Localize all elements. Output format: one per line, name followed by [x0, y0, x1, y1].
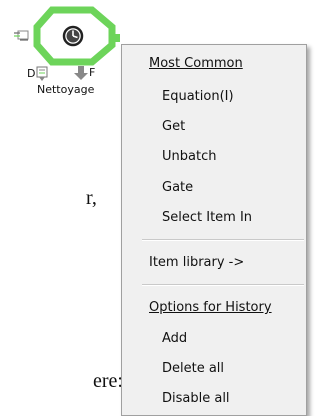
- port-f-icon[interactable]: [74, 66, 88, 80]
- menu-item-disable-all[interactable]: Disable all: [162, 391, 230, 406]
- menu-item-gate[interactable]: Gate: [162, 180, 193, 195]
- menu-item-get[interactable]: Get: [162, 119, 185, 134]
- menu-item-item-library[interactable]: Item library ->: [149, 255, 244, 270]
- input-connector-icon[interactable]: [14, 30, 29, 41]
- menu-section-options-for-history: Options for History: [149, 300, 272, 315]
- port-d-icon[interactable]: [36, 66, 48, 81]
- clock-icon: [62, 25, 84, 47]
- port-d-label: D: [27, 67, 36, 80]
- document-text-fragment: r,: [86, 187, 97, 209]
- menu-item-equation[interactable]: Equation(I): [162, 89, 234, 104]
- model-block[interactable]: D F Nettoyage: [0, 0, 130, 115]
- menu-item-delete-all[interactable]: Delete all: [162, 361, 224, 376]
- block-label: Nettoyage: [37, 83, 95, 96]
- document-text-fragment: ere:: [93, 370, 123, 392]
- menu-item-select-item-in[interactable]: Select Item In: [162, 210, 252, 225]
- menu-separator: [142, 239, 304, 241]
- port-f-label: F: [89, 66, 96, 79]
- menu-item-unbatch[interactable]: Unbatch: [162, 149, 216, 164]
- menu-item-add[interactable]: Add: [162, 331, 187, 346]
- context-menu: Most Common Equation(I) Get Unbatch Gate…: [121, 44, 307, 416]
- menu-section-most-common: Most Common: [149, 56, 243, 71]
- menu-separator: [142, 284, 304, 286]
- output-connector[interactable]: [112, 34, 120, 42]
